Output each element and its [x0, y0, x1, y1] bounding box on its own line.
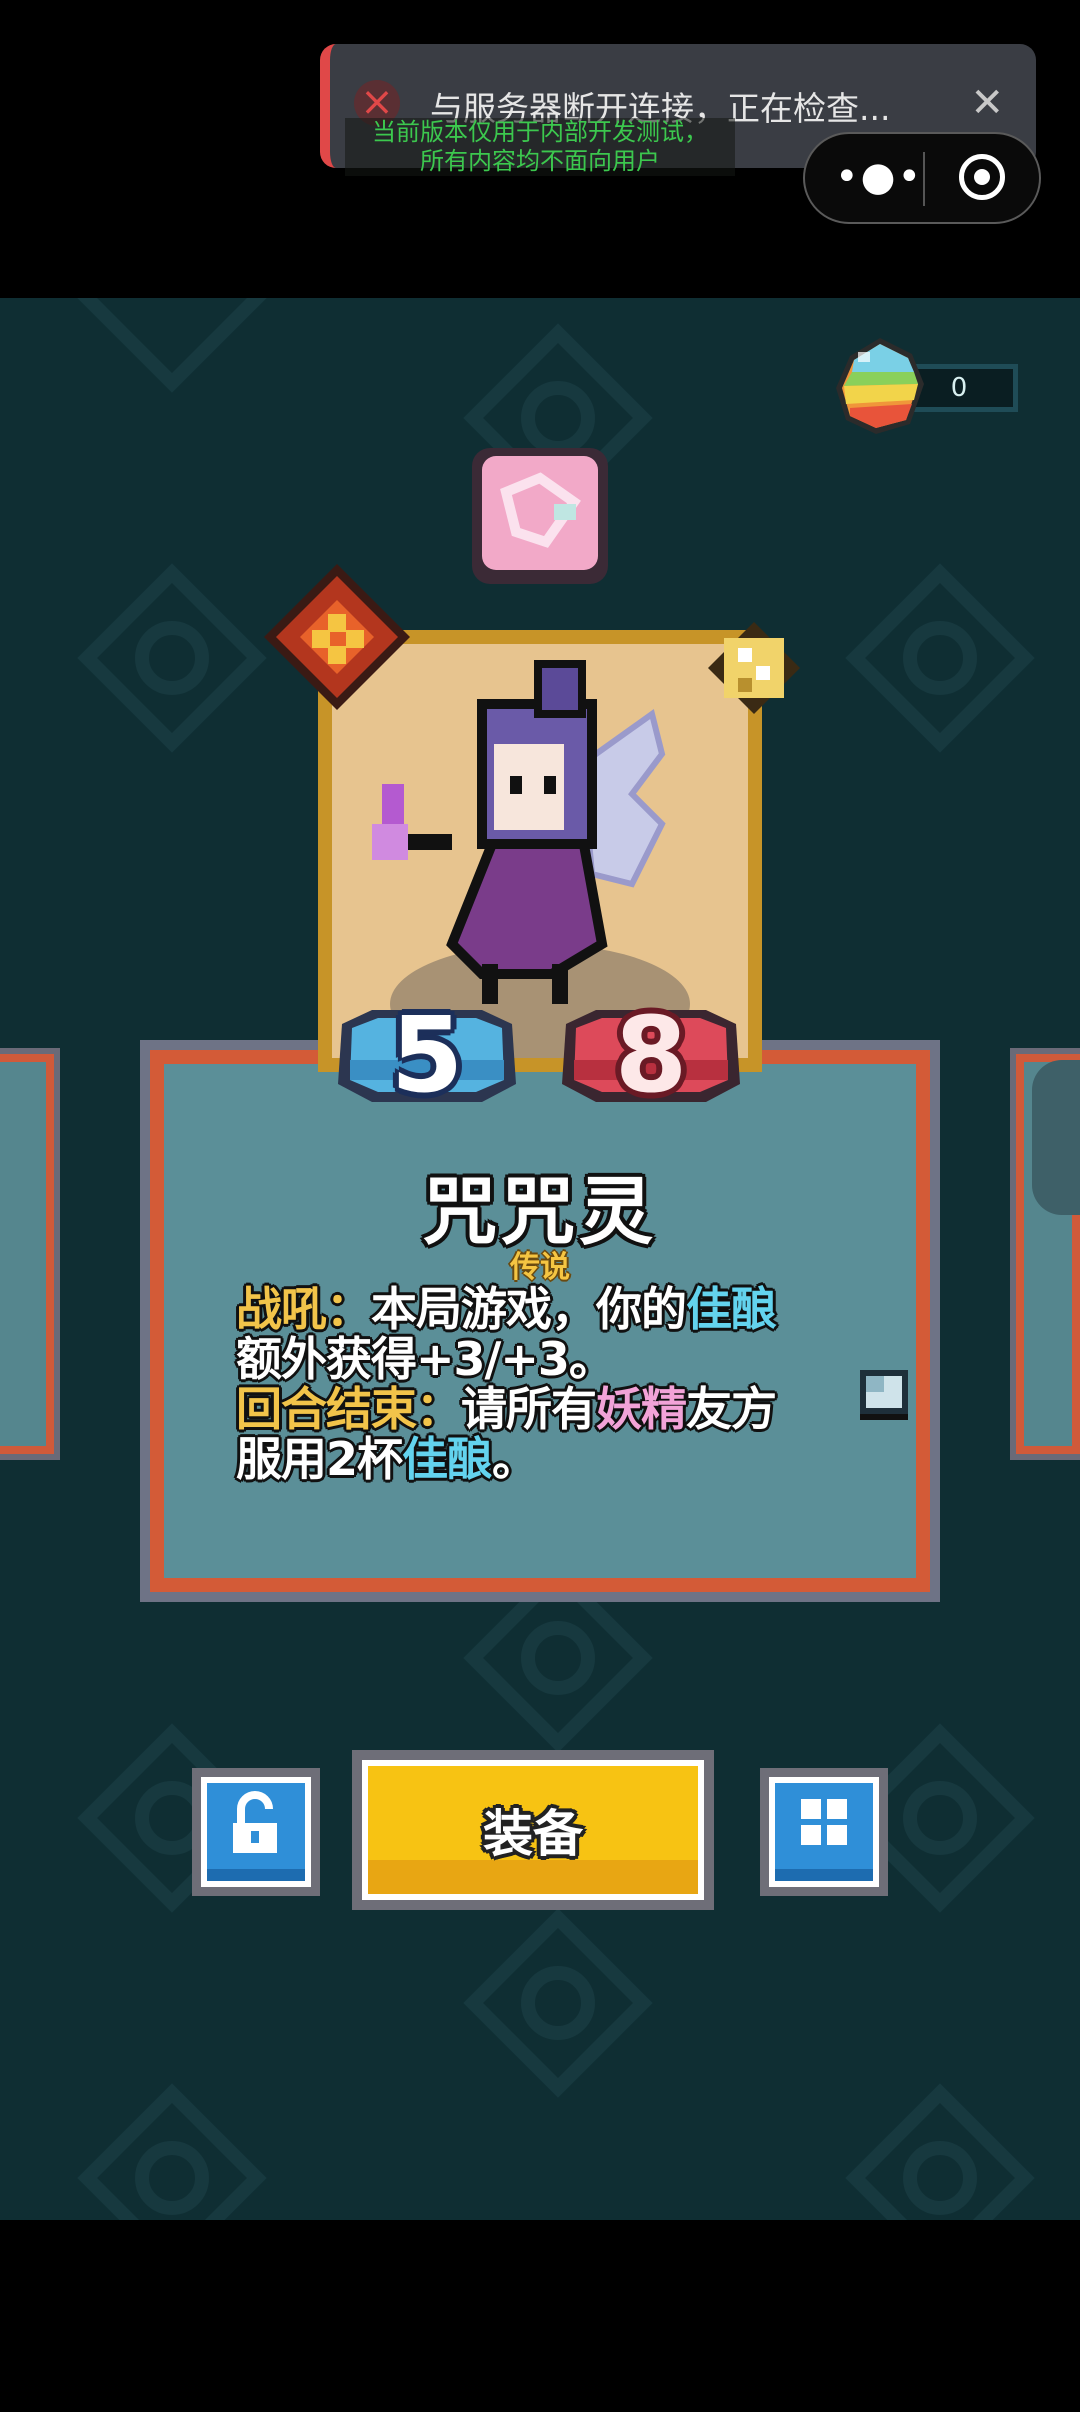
rainbow-gem-icon	[836, 338, 924, 434]
grid-button[interactable]	[760, 1768, 888, 1896]
unlock-button[interactable]	[192, 1768, 320, 1896]
bottom-area	[0, 2220, 1080, 2412]
desc-text: 本局游戏，你的	[371, 1282, 687, 1336]
more-dots-icon[interactable]: •●•	[835, 154, 923, 200]
desc-line-1: 战吼：本局游戏，你的佳酿	[236, 1284, 856, 1334]
attack-value: 5	[390, 994, 464, 1116]
fire-rune-gem-icon	[264, 564, 410, 710]
unlock-icon	[233, 1791, 277, 1853]
desc-line-4: 服用2杯佳酿。	[236, 1434, 856, 1484]
card-description: 战吼：本局游戏，你的佳酿 额外获得+3/+3。 回合结束：请所有妖精友方 服用2…	[236, 1284, 856, 1484]
dev-notice-line-1: 当前版本仅用于内部开发测试，	[372, 118, 708, 146]
keyword-wine: 佳酿	[402, 1432, 493, 1486]
desc-line-3: 回合结束：请所有妖精友方	[236, 1384, 856, 1434]
side-pull-tab[interactable]	[1032, 1060, 1080, 1215]
capsule-divider	[923, 152, 925, 206]
grid-icon	[801, 1799, 847, 1845]
health-stat: 8	[556, 994, 746, 1116]
equip-button-label: 装备	[483, 1805, 583, 1863]
card-rarity: 传说	[510, 1250, 570, 1285]
dev-notice-line-2: 所有内容均不面向用户	[420, 147, 660, 175]
equip-button[interactable]: 装备	[352, 1750, 714, 1910]
health-value: 8	[614, 994, 688, 1116]
card-info-panel: 咒咒灵 传说 战吼：本局游戏，你的佳酿 额外获得+3/+3。 回合结束：请所有妖…	[140, 1040, 940, 1602]
close-icon[interactable]: ✕	[970, 80, 1004, 126]
game-screen: 0 咒咒灵 传说 战吼：本局游戏，你的佳酿 额外获得+3/+3。 回合结束：请所…	[0, 298, 1080, 2220]
keyword-battlecry: 战吼：	[236, 1282, 372, 1336]
keyword-wine: 佳酿	[686, 1282, 777, 1336]
desc-text: 。	[492, 1432, 538, 1486]
desc-line-2: 额外获得+3/+3。	[236, 1334, 856, 1384]
desc-text: 请所有	[461, 1382, 597, 1436]
pink-rune-gem-icon	[472, 448, 608, 584]
target-icon[interactable]	[959, 154, 1005, 200]
card-type-icon	[860, 1370, 908, 1420]
desc-text: 额外获得+3/+3。	[236, 1332, 615, 1386]
keyword-fairy: 妖精	[596, 1382, 687, 1436]
desc-text: 友方	[686, 1382, 777, 1436]
desc-text: 服用2杯	[236, 1432, 403, 1486]
dev-notice: 当前版本仅用于内部开发测试， 所有内容均不面向用户	[345, 118, 735, 176]
miniprogram-capsule: •●•	[803, 132, 1041, 224]
attack-stat: 5	[332, 994, 522, 1116]
gold-rune-gem-icon	[708, 622, 800, 714]
keyword-end-of-turn: 回合结束：	[236, 1382, 462, 1436]
previous-card-preview[interactable]	[0, 1054, 54, 1454]
